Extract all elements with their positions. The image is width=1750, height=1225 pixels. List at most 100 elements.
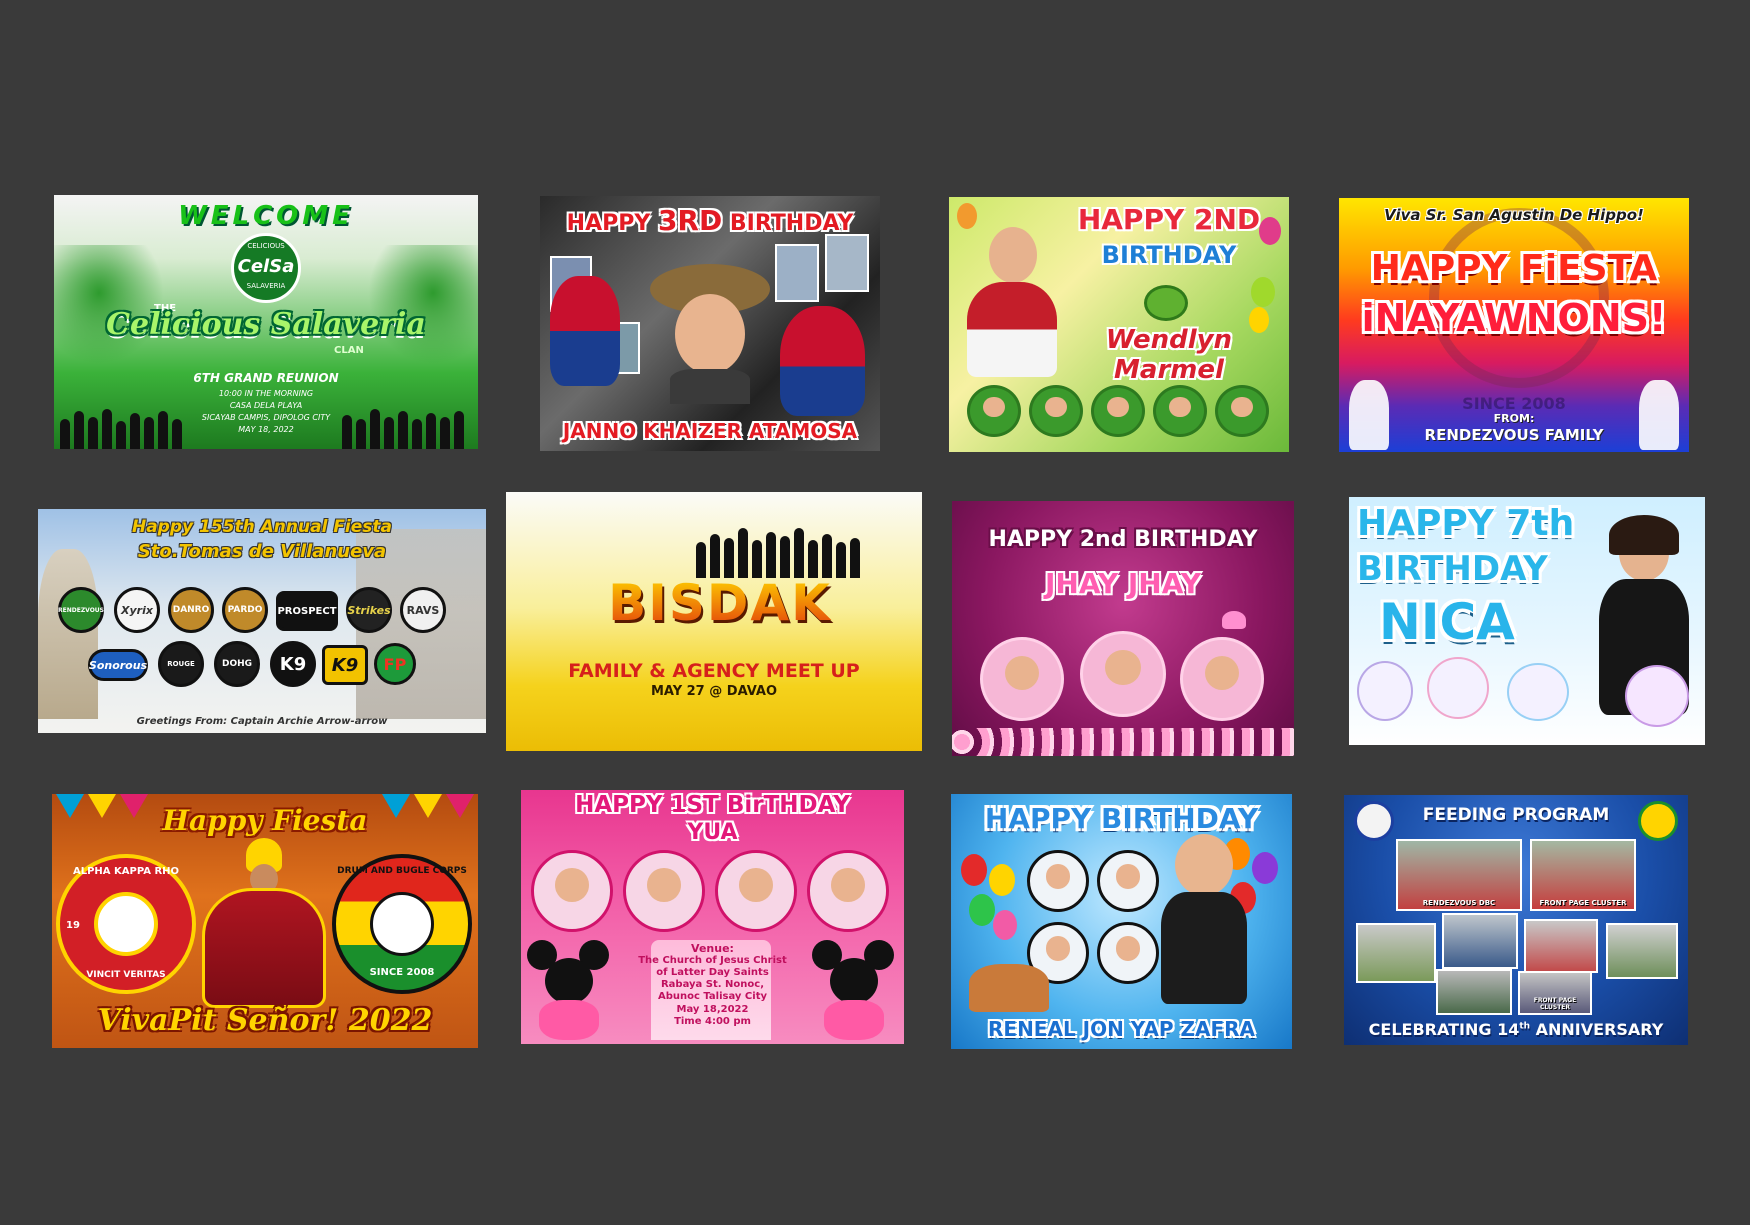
palm-right-decoration (368, 245, 478, 365)
celebrant-name: NICA (1379, 593, 1515, 651)
palm-left-decoration (54, 245, 164, 365)
banner-vivapit-senor[interactable]: Happy Fiesta ALPHA KAPPA RHO 19 VINCIT V… (52, 794, 478, 1048)
meetup-date: MAY 27 @ DAVAO (650, 684, 778, 699)
banner-fiesta-inayawnons[interactable]: Viva Sr. San Agustin De Hippo! HAPPY FiE… (1339, 198, 1689, 452)
footer-anniversary: ANNIVERSARY (1530, 1020, 1664, 1039)
cocomelon-mascot (1144, 285, 1188, 321)
butterfly-icon (1222, 611, 1246, 629)
logo-bottom-text: SALAVERIA (246, 282, 286, 290)
vivapit-footer: VivaPit Señor! 2022 (97, 1003, 433, 1038)
bishop-figure (38, 549, 98, 719)
flower-photo-3 (1180, 637, 1264, 721)
round-photo-4 (807, 850, 889, 932)
balloon-decoration-3 (1251, 277, 1275, 307)
group-photo-4 (1442, 913, 1518, 969)
akr-year: 19 (66, 920, 80, 931)
crowd-silhouettes (696, 528, 866, 578)
group-photo-5 (1524, 919, 1598, 973)
fiesta-line-1: HAPPY FiESTA (1370, 248, 1658, 289)
anniversary-footer: CELEBRATING 14th ANNIVERSARY (1344, 1020, 1688, 1039)
birthday-title: HAPPY 2nd BIRTHDAY (988, 527, 1258, 552)
dbc-ring-text: DRUM AND BUGLE CORPS (337, 866, 467, 876)
photo-label-3: FRONT PAGE CLUSTER (1533, 997, 1577, 1011)
venue-line-1: The Church of Jesus Christ (638, 955, 787, 966)
balloon-cluster-left (961, 854, 1021, 964)
welcome-heading: WELCOME (178, 201, 354, 231)
celsa-logo: CELICIOUS CelSa SALAVERIA (231, 233, 301, 303)
swirl-photo-1 (1027, 850, 1089, 912)
clan-name: Celicious Salaveria (106, 307, 426, 342)
banner-feeding-program[interactable]: FEEDING PROGRAM RENDEZVOUS DBC FRONT PAG… (1344, 795, 1688, 1045)
title-number: 3RD (657, 204, 723, 237)
greetings-footer: Greetings From: Captain Archie Arrow-arr… (136, 716, 388, 727)
photo-frame-4 (775, 244, 819, 302)
title-happy: HAPPY (566, 211, 658, 236)
unicorn-3 (1507, 663, 1569, 721)
melon-photo-4 (1153, 385, 1207, 437)
banner-celsa-reunion[interactable]: WELCOME CELICIOUS CelSa SALAVERIA THE Ce… (54, 195, 478, 449)
meetup-subtitle: FAMILY & AGENCY MEET UP (568, 660, 860, 682)
akr-center-emblem (94, 892, 158, 956)
logo-danro: DANRO (168, 587, 214, 633)
flower-border-bottom (952, 728, 1294, 756)
akr-ring-text: ALPHA KAPPA RHO (72, 866, 180, 877)
celebrant-name: JHAY JHAY (1045, 567, 1201, 600)
banner-bisdak-meetup[interactable]: BISDAK FAMILY & AGENCY MEET UP MAY 27 @ … (506, 492, 922, 751)
fiesta-line-1: Happy 155th Annual Fiesta (131, 517, 393, 537)
birthday-title: HAPPY 1ST BirTHDAY (575, 792, 850, 818)
child-portrait (650, 264, 770, 404)
girl-portrait (967, 227, 1057, 377)
akr-motto: VINCIT VERITAS (86, 970, 166, 980)
group-photo-1: RENDEZVOUS DBC (1396, 839, 1522, 911)
banner-yua-birthday[interactable]: HAPPY 1ST BirTHDAY YUA Venue: The Church… (521, 790, 904, 1044)
banner-annual-fiesta-logos[interactable]: Happy 155th Annual Fiesta Sto.Tomas de V… (38, 509, 486, 733)
banner-jhayjhay-birthday[interactable]: HAPPY 2nd BIRTHDAY JHAY JHAY (952, 501, 1294, 756)
dancer-silhouettes-left (60, 409, 190, 449)
unicorn-1 (1357, 661, 1413, 721)
logo-xyrix: Xyrix (114, 587, 160, 633)
banner-cocomelon-birthday[interactable]: HAPPY 2ND BIRTHDAY Wendlyn Marmel (949, 197, 1289, 452)
logo-rendezvous: RENDEZVOUS (58, 587, 104, 633)
flower-photo-2 (1080, 631, 1166, 717)
logo-fp: FP (374, 643, 416, 685)
boss-baby-figure (1161, 834, 1247, 1004)
group-photo-2: FRONT PAGE CLUSTER (1530, 839, 1636, 911)
logo-top-text: CELICIOUS (247, 242, 285, 250)
venue-label: Venue: (691, 942, 734, 955)
logo-prospect: PROSPECT (276, 591, 338, 631)
photo-label-2: FRONT PAGE CLUSTER (1539, 899, 1627, 907)
title-line-2: BIRTHDAY (1357, 549, 1548, 589)
banner-reneal-birthday[interactable]: HAPPY BIRTHDAY RENEAL JON YAP ZAFRA (951, 794, 1292, 1049)
event-name: 6TH GRAND REUNION (193, 371, 339, 385)
title-line-1: HAPPY 2ND (1077, 203, 1261, 236)
celebrant-name: YUA (687, 820, 738, 845)
logo-k9-yellow: K9 (322, 645, 368, 685)
spiderman-figure-right (780, 306, 865, 416)
viva-heading: Viva Sr. San Agustin De Hippo! (1384, 206, 1644, 224)
round-photo-1 (531, 850, 613, 932)
melon-photo-1 (967, 385, 1021, 437)
event-date: May 18,2022 (676, 1004, 749, 1015)
alpha-kappa-rho-logo: ALPHA KAPPA RHO 19 VINCIT VERITAS (56, 854, 196, 994)
melon-photo-3 (1091, 385, 1145, 437)
celebrant-name: RENEAL JON YAP ZAFRA (988, 1017, 1255, 1041)
banner-nica-birthday[interactable]: HAPPY 7th BIRTHDAY NICA (1349, 497, 1705, 745)
child-name: JANNO KHAIZER ATAMOSA (562, 419, 858, 443)
round-photo-2 (623, 850, 705, 932)
footer-ordinal: th (1519, 1021, 1531, 1032)
round-photo-3 (715, 850, 797, 932)
fiesta-line-2: Sto.Tomas de Villanueva (137, 541, 387, 562)
bisdak-title: BISDAK (580, 574, 860, 632)
flower-photo-1 (980, 637, 1064, 721)
celebrant-name: Wendlyn Marmel (1105, 325, 1233, 385)
logo-rouge: ROUGE (158, 641, 204, 687)
logo-dohg: DOHG (214, 641, 260, 687)
title-line-1: HAPPY 7th (1357, 503, 1575, 544)
event-time: Time 4:00 pm (674, 1016, 751, 1027)
happy-birthday-title: HAPPY BIRTHDAY (984, 802, 1259, 835)
dbc-center-emblem (370, 892, 434, 956)
since-text: SINCE 2008 (1462, 394, 1566, 413)
happy-fiesta-title: Happy Fiesta (162, 804, 368, 837)
balloon-decoration-1 (957, 203, 977, 229)
banner-spiderman-birthday[interactable]: HAPPY 3RD BIRTHDAY JANNO KHAIZER ATAMOSA (540, 196, 880, 451)
